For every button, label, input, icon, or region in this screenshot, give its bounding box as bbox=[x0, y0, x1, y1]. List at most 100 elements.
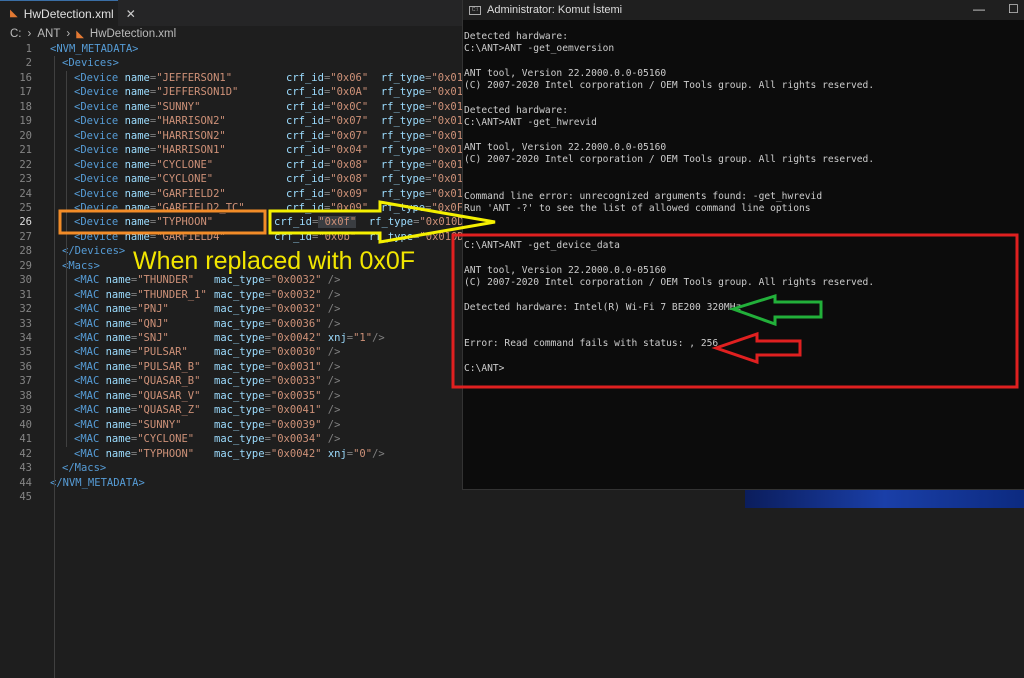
xml-file-icon: ◣ bbox=[10, 8, 18, 19]
chevron-right-icon: › bbox=[66, 28, 71, 40]
xnj-value: "0" bbox=[353, 447, 373, 460]
mac-attributes: mac_type="0x0042" xnj="0"/> bbox=[214, 447, 385, 462]
code-token: rf_type bbox=[380, 100, 426, 113]
breadcrumb-folder[interactable]: ANT bbox=[37, 28, 60, 40]
code-token: rf_type bbox=[380, 86, 426, 99]
terminal-line: C:\ANT>ANT -get_oemversion bbox=[464, 43, 615, 55]
terminal-line: Error: Read command fails with status: ,… bbox=[464, 338, 719, 350]
device-entry: <Device name="CYCLONE" bbox=[74, 172, 213, 187]
device-entry: <Device name="JEFFERSON1D" bbox=[74, 85, 238, 100]
device-name: "GARFIELD2_TC" bbox=[156, 201, 245, 214]
code-token: <MAC bbox=[74, 447, 106, 460]
mac-attributes: mac_type="0x0035" /> bbox=[214, 389, 340, 404]
code-token: <Device bbox=[74, 115, 125, 128]
mac-type-value: "0x0032" bbox=[270, 288, 322, 301]
code-line: </Macs> bbox=[62, 461, 106, 476]
breadcrumb-file[interactable]: HwDetection.xml bbox=[90, 28, 176, 40]
line-number: 35 bbox=[19, 346, 32, 359]
terminal-line: C:\ANT>ANT -get_device_data bbox=[464, 240, 620, 252]
tab-hwdetection-xml[interactable]: ◣ HwDetection.xml ✕ bbox=[0, 0, 136, 26]
chevron-right-icon: › bbox=[27, 28, 32, 40]
code-token: rf_type bbox=[368, 216, 414, 229]
mac-type-value: "0x0031" bbox=[270, 360, 322, 373]
code-token: /> bbox=[321, 288, 341, 301]
mac-entry: <MAC name="THUNDER_1" bbox=[74, 288, 207, 303]
mac-entry: <MAC name="QUASAR_V" bbox=[74, 389, 200, 404]
code-token: name bbox=[105, 274, 131, 287]
line-number: 39 bbox=[19, 404, 32, 417]
device-name: "HARRISON1" bbox=[156, 144, 226, 157]
mac-entry: <MAC name="QUASAR_Z" bbox=[74, 403, 200, 418]
code-token: <Macs> bbox=[62, 259, 100, 272]
code-token: name bbox=[124, 158, 150, 171]
mac-entry: <MAC name="QUASAR_B" bbox=[74, 374, 200, 389]
code-token: crf_id bbox=[286, 115, 324, 128]
indent-guide bbox=[66, 258, 67, 447]
indent-guide bbox=[54, 56, 55, 678]
code-token: <Device bbox=[74, 216, 125, 229]
code-token: name bbox=[105, 389, 131, 402]
terminal-line: ANT tool, Version 22.2000.0.0-05160 bbox=[464, 264, 667, 276]
line-number: 20 bbox=[19, 129, 32, 142]
code-token: /> bbox=[321, 433, 341, 446]
mac-name: "PNJ" bbox=[137, 303, 169, 316]
code-token: name bbox=[124, 129, 150, 142]
code-token: /> bbox=[321, 404, 341, 417]
crf-id-value: "0x08" bbox=[330, 173, 369, 186]
code-token: crf_id bbox=[286, 129, 324, 142]
code-token: name bbox=[124, 115, 150, 128]
code-token: <Device bbox=[74, 201, 125, 214]
mac-type-value: "0x0030" bbox=[270, 346, 322, 359]
code-token: <NVM_METADATA> bbox=[50, 43, 139, 55]
mac-type-value: "0x0035" bbox=[270, 389, 322, 402]
crf-id-value: "0x0A" bbox=[330, 86, 369, 99]
mac-entry: <MAC name="PULSAR_B" bbox=[74, 360, 200, 375]
code-token: name bbox=[105, 346, 131, 359]
code-token: mac_type bbox=[214, 303, 265, 316]
code-token: <MAC bbox=[74, 375, 106, 388]
line-number: 44 bbox=[19, 476, 32, 489]
code-token: /> bbox=[321, 346, 341, 359]
maximize-button[interactable]: ☐ bbox=[1008, 2, 1019, 16]
line-number: 33 bbox=[19, 317, 32, 330]
mac-entry: <MAC name="SUNNY" bbox=[74, 418, 182, 433]
code-line: </Devices> bbox=[62, 244, 125, 259]
code-token: name bbox=[105, 360, 131, 373]
line-number: 29 bbox=[19, 259, 32, 272]
annotation-caption: When replaced with 0x0F bbox=[133, 247, 416, 275]
line-number: 23 bbox=[19, 173, 32, 186]
code-token: name bbox=[105, 447, 131, 460]
code-token: <MAC bbox=[74, 332, 106, 344]
terminal-title-bar[interactable]: C:\ Administrator: Komut İstemi bbox=[463, 0, 1024, 20]
device-name: "SUNNY" bbox=[156, 100, 201, 113]
code-line: <Devices> bbox=[62, 56, 119, 71]
code-token: name bbox=[124, 230, 150, 243]
mac-type-value: "0x0041" bbox=[270, 404, 322, 417]
line-number: 21 bbox=[19, 144, 32, 157]
code-token: <Device bbox=[74, 100, 125, 113]
close-tab-icon[interactable]: ✕ bbox=[126, 7, 136, 21]
line-number: 31 bbox=[19, 288, 32, 301]
code-token: mac_type bbox=[214, 418, 265, 431]
line-number: 28 bbox=[19, 245, 32, 258]
mac-name: "THUNDER_1" bbox=[137, 288, 207, 301]
code-token: rf_type bbox=[380, 115, 426, 128]
minimize-button[interactable]: — bbox=[973, 2, 985, 16]
code-token: crf_id bbox=[286, 158, 324, 171]
line-number: 19 bbox=[19, 115, 32, 128]
device-entry: <Device name="SUNNY" bbox=[74, 100, 200, 115]
code-token: name bbox=[105, 288, 131, 301]
device-name: "TYPHOON" bbox=[156, 216, 214, 229]
device-entry: <Device name="CYCLONE" bbox=[74, 158, 213, 173]
code-token: crf_id bbox=[286, 144, 324, 157]
breadcrumb-drive[interactable]: C: bbox=[10, 28, 22, 40]
code-token: /> bbox=[372, 447, 385, 460]
device-entry: <Device name="HARRISON2" bbox=[74, 114, 226, 129]
